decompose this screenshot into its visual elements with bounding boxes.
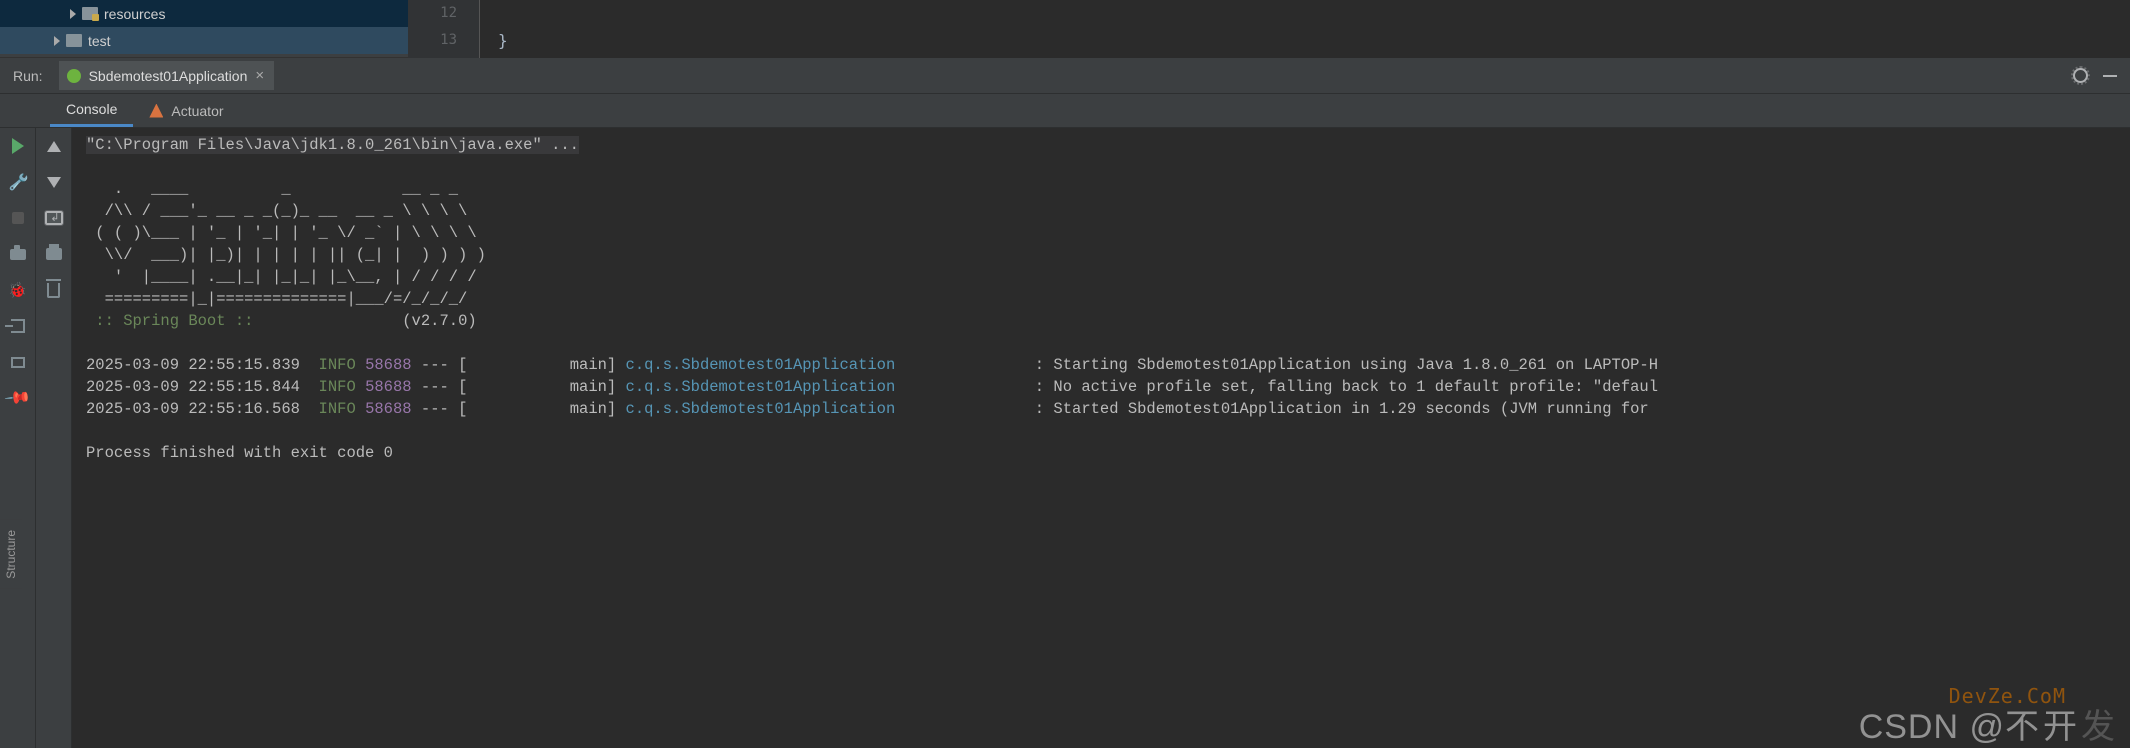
watermark-site: DevZe.CoM xyxy=(1949,684,2066,708)
trash-icon xyxy=(47,283,60,298)
tab-actuator[interactable]: Actuator xyxy=(133,94,239,127)
settings-button[interactable] xyxy=(2068,64,2092,88)
dump-threads-button[interactable] xyxy=(8,244,28,264)
clear-all-button[interactable] xyxy=(44,280,64,300)
stop-button[interactable] xyxy=(8,208,28,228)
layout-icon xyxy=(11,357,25,368)
chevron-right-icon xyxy=(54,36,60,46)
console-left-rail xyxy=(36,128,72,748)
tab-label: Console xyxy=(66,101,117,117)
editor-area[interactable]: } xyxy=(480,0,2130,58)
watermark-text3: 发 xyxy=(2081,699,2116,748)
tab-console[interactable]: Console xyxy=(50,94,133,127)
exit-icon xyxy=(11,319,25,333)
bug-icon: 🐞 xyxy=(8,281,27,299)
actuator-icon xyxy=(149,104,163,118)
line-number: 12 xyxy=(408,0,457,27)
code-line xyxy=(498,0,2130,27)
editor-gutter: 12 13 xyxy=(408,0,480,58)
tab-label: Actuator xyxy=(171,103,223,119)
tree-item-test[interactable]: test xyxy=(0,27,408,54)
project-tree: resources test 12 13 } xyxy=(0,0,2130,58)
print-icon xyxy=(46,248,62,260)
spring-boot-icon xyxy=(67,69,81,83)
console-output[interactable]: "C:\Program Files\Java\jdk1.8.0_261\bin\… xyxy=(72,128,2130,748)
line-number: 13 xyxy=(408,27,457,54)
camera-icon xyxy=(10,249,26,260)
tree-label: resources xyxy=(104,6,165,22)
minimize-icon xyxy=(2103,75,2117,77)
run-body: 🔧 🐞 📌 "C:\Program Files\Java\jdk1.8.0_26… xyxy=(0,128,2130,748)
code-line: } xyxy=(498,27,2130,54)
folder-icon xyxy=(82,7,98,20)
wrench-icon: 🔧 xyxy=(7,172,27,192)
run-left-rail: 🔧 🐞 📌 xyxy=(0,128,36,748)
tree-label: test xyxy=(88,33,111,49)
soft-wrap-button[interactable] xyxy=(44,208,64,228)
run-config-name: Sbdemotest01Application xyxy=(89,68,248,84)
scroll-up-button[interactable] xyxy=(44,136,64,156)
folder-icon xyxy=(66,34,82,47)
arrow-down-icon xyxy=(47,177,61,188)
watermark: DevZe.CoM CSDN @不 开 发 xyxy=(1859,699,2116,748)
attach-debugger-button[interactable]: 🐞 xyxy=(8,280,28,300)
layout-button[interactable] xyxy=(8,352,28,372)
rerun-button[interactable] xyxy=(8,136,28,156)
chevron-right-icon xyxy=(70,9,76,19)
pin-button[interactable]: 📌 xyxy=(8,388,28,408)
run-sub-tabs: Console Actuator xyxy=(0,94,2130,128)
gear-icon xyxy=(2073,68,2088,83)
arrow-up-icon xyxy=(47,141,61,152)
run-config-tab[interactable]: Sbdemotest01Application × xyxy=(59,61,275,90)
play-icon xyxy=(12,138,24,154)
hide-button[interactable] xyxy=(2098,64,2122,88)
close-icon[interactable]: × xyxy=(255,67,264,84)
pin-icon: 📌 xyxy=(3,384,32,413)
print-button[interactable] xyxy=(44,244,64,264)
scroll-down-button[interactable] xyxy=(44,172,64,192)
structure-toolwindow-tab[interactable]: Structure xyxy=(0,520,22,589)
stop-icon xyxy=(12,212,24,224)
exit-button[interactable] xyxy=(8,316,28,336)
run-toolwindow-header: Run: Sbdemotest01Application × xyxy=(0,58,2130,94)
modify-run-button[interactable]: 🔧 xyxy=(8,172,28,192)
tree-item-resources[interactable]: resources xyxy=(0,0,408,27)
run-label: Run: xyxy=(13,68,43,84)
soft-wrap-icon xyxy=(45,211,63,225)
